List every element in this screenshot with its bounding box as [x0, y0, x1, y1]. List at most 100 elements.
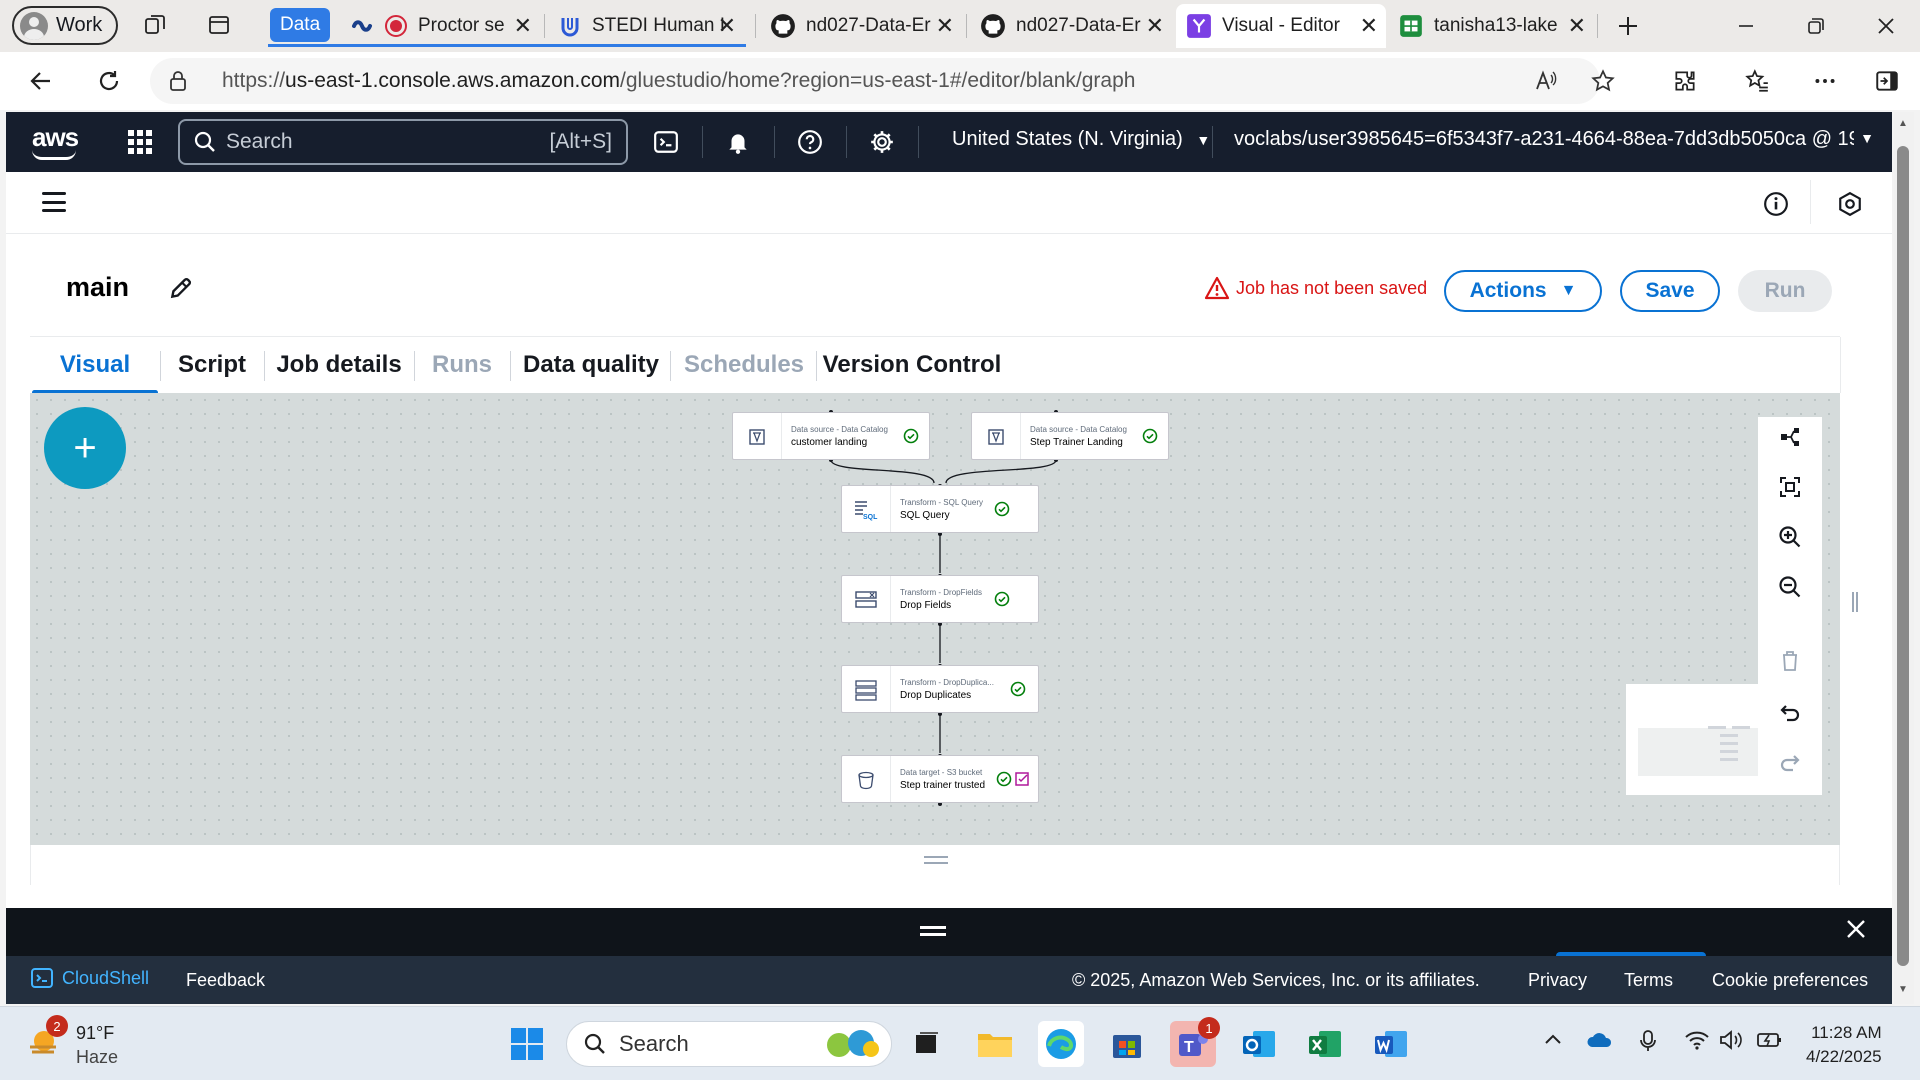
help-icon[interactable]	[796, 128, 824, 156]
file-explorer-icon[interactable]	[972, 1021, 1018, 1067]
cloudshell-resize-handle[interactable]	[920, 926, 946, 936]
extensions-icon[interactable]	[1670, 66, 1700, 96]
browser-tab-github-2[interactable]: nd027-Data-Er ✕	[970, 4, 1172, 48]
scroll-down-arrow-icon[interactable]: ▼	[1898, 984, 1908, 995]
weather-widget[interactable]: 2 91°F Haze	[26, 1015, 118, 1069]
workspaces-icon[interactable]	[142, 12, 168, 38]
tutorial-icon[interactable]	[1836, 190, 1864, 218]
tab-separator	[966, 14, 967, 38]
task-view-icon[interactable]	[904, 1021, 950, 1067]
onedrive-cloud-icon[interactable]	[1586, 1029, 1614, 1057]
battery-charging-icon[interactable]	[1756, 1029, 1784, 1057]
node-sql-query[interactable]: SQL Transform - SQL Query SQL Query	[841, 485, 1039, 533]
more-options-icon[interactable]	[1810, 66, 1840, 96]
zoom-out-icon[interactable]	[1776, 573, 1804, 601]
layout-graph-icon[interactable]	[1776, 423, 1804, 451]
microsoft-store-icon[interactable]	[1104, 1021, 1150, 1067]
region-selector[interactable]: United States (N. Virginia) ▼	[952, 128, 1210, 151]
close-icon[interactable]: ✕	[936, 13, 954, 39]
tab-visual[interactable]: Visual	[32, 337, 158, 395]
close-icon[interactable]	[1844, 916, 1868, 948]
tab-version-control[interactable]: Version Control	[818, 337, 1006, 393]
actions-button[interactable]: Actions ▼	[1444, 270, 1602, 312]
save-button[interactable]: Save	[1620, 270, 1720, 312]
browser-tab-lakehouse[interactable]: tanisha13-lake ✕	[1388, 4, 1594, 48]
favorite-star-icon[interactable]	[1590, 68, 1616, 100]
scroll-up-arrow-icon[interactable]: ▲	[1898, 118, 1908, 129]
tab-data-quality[interactable]: Data quality	[512, 337, 670, 393]
node-drop-fields[interactable]: Transform - DropFields Drop Fields	[841, 575, 1039, 623]
page-scrollbar[interactable]: ▲ ▼	[1894, 112, 1914, 1004]
tab-group-data[interactable]: Data	[270, 8, 331, 42]
wifi-icon[interactable]	[1684, 1029, 1710, 1057]
data-catalog-icon	[982, 423, 1010, 451]
vertical-tabs-icon[interactable]	[206, 12, 232, 38]
scrollbar-thumb[interactable]	[1897, 146, 1909, 966]
close-window-icon[interactable]	[1868, 8, 1904, 44]
browser-profile-button[interactable]: Work	[12, 6, 118, 45]
node-step-trainer-landing[interactable]: Data source - Data Catalog Step Trainer …	[971, 412, 1169, 460]
run-button[interactable]: Run	[1738, 270, 1832, 312]
info-icon[interactable]	[1762, 190, 1790, 218]
privacy-link[interactable]: Privacy	[1528, 970, 1587, 991]
undo-icon[interactable]	[1776, 699, 1804, 727]
node-drop-duplicates[interactable]: Transform - DropDuplica... Drop Duplicat…	[841, 665, 1039, 713]
show-hidden-icons-icon[interactable]	[1542, 1029, 1564, 1057]
teams-icon[interactable]: T 1	[1170, 1017, 1220, 1067]
cookie-preferences-link[interactable]: Cookie preferences	[1712, 970, 1868, 991]
account-menu[interactable]: voclabs/user3985645=6f5343f7-a231-4664-8…	[1234, 128, 1874, 151]
edge-browser-icon[interactable]	[1038, 1021, 1084, 1067]
side-panel-resize-handle[interactable]	[1852, 592, 1858, 612]
settings-gear-icon[interactable]	[868, 128, 896, 156]
volume-icon[interactable]	[1718, 1029, 1744, 1057]
browser-tab-github-1[interactable]: nd027-Data-Er ✕	[760, 4, 962, 48]
close-icon[interactable]: ✕	[514, 13, 532, 39]
notifications-bell-icon[interactable]	[724, 128, 752, 156]
favorites-icon[interactable]	[1742, 66, 1772, 96]
tab-job-details[interactable]: Job details	[266, 337, 412, 393]
microphone-icon[interactable]	[1638, 1029, 1658, 1059]
edit-pencil-icon[interactable]	[168, 275, 196, 303]
outlook-icon[interactable]	[1236, 1021, 1282, 1067]
taskbar-search[interactable]: Search	[566, 1021, 892, 1067]
close-icon[interactable]: ✕	[1146, 13, 1164, 39]
sidebar-toggle-icon[interactable]	[1872, 66, 1902, 96]
fit-to-screen-icon[interactable]	[1776, 473, 1804, 501]
cloudshell-icon[interactable]	[652, 128, 680, 156]
services-menu-icon[interactable]	[128, 130, 152, 154]
restore-icon[interactable]	[1798, 8, 1834, 44]
address-bar[interactable]: https://us-east-1.console.aws.amazon.com…	[150, 58, 1615, 104]
tab-runs[interactable]: Runs	[416, 337, 508, 393]
refresh-icon[interactable]	[94, 66, 124, 96]
excel-icon[interactable]	[1302, 1021, 1348, 1067]
terms-link[interactable]: Terms	[1624, 970, 1673, 991]
canvas-minimap[interactable]	[1626, 684, 1758, 795]
browser-tab-visual-editor[interactable]: Visual - Editor ✕	[1176, 4, 1386, 48]
redo-icon[interactable]	[1776, 749, 1804, 777]
close-icon[interactable]: ✕	[1568, 13, 1586, 39]
tab-script[interactable]: Script	[162, 337, 262, 393]
visual-editor-canvas[interactable]: + Data source - Data Catalog customer la…	[30, 393, 1840, 845]
drop-fields-icon	[852, 586, 880, 614]
system-clock[interactable]: 11:28 AM 4/22/2025	[1806, 1021, 1882, 1069]
new-tab-icon[interactable]	[1610, 8, 1646, 44]
cloudshell-link[interactable]: CloudShell	[30, 966, 149, 990]
browser-tab-stedi[interactable]: STEDI Human I ✕	[548, 4, 744, 48]
close-icon[interactable]: ✕	[718, 13, 736, 39]
close-icon[interactable]: ✕	[1360, 13, 1378, 39]
tab-schedules[interactable]: Schedules	[672, 337, 816, 393]
read-aloud-icon[interactable]	[1534, 69, 1558, 99]
zoom-in-icon[interactable]	[1776, 523, 1804, 551]
aws-logo[interactable]: aws	[32, 122, 79, 153]
feedback-link[interactable]: Feedback	[186, 970, 265, 991]
minimize-icon[interactable]	[1728, 8, 1764, 44]
menu-hamburger-icon[interactable]	[42, 192, 66, 212]
back-arrow-icon[interactable]	[26, 66, 56, 96]
aws-search-input[interactable]: Search [Alt+S]	[178, 119, 628, 165]
browser-tab-proctor[interactable]: Proctor se ✕	[340, 4, 540, 48]
delete-trash-icon[interactable]	[1776, 647, 1804, 675]
windows-start-icon[interactable]	[504, 1021, 550, 1067]
node-customer-landing[interactable]: Data source - Data Catalog customer land…	[732, 412, 930, 460]
word-icon[interactable]	[1368, 1021, 1414, 1067]
node-step-trainer-trusted[interactable]: Data target - S3 bucket Step trainer tru…	[841, 755, 1039, 803]
